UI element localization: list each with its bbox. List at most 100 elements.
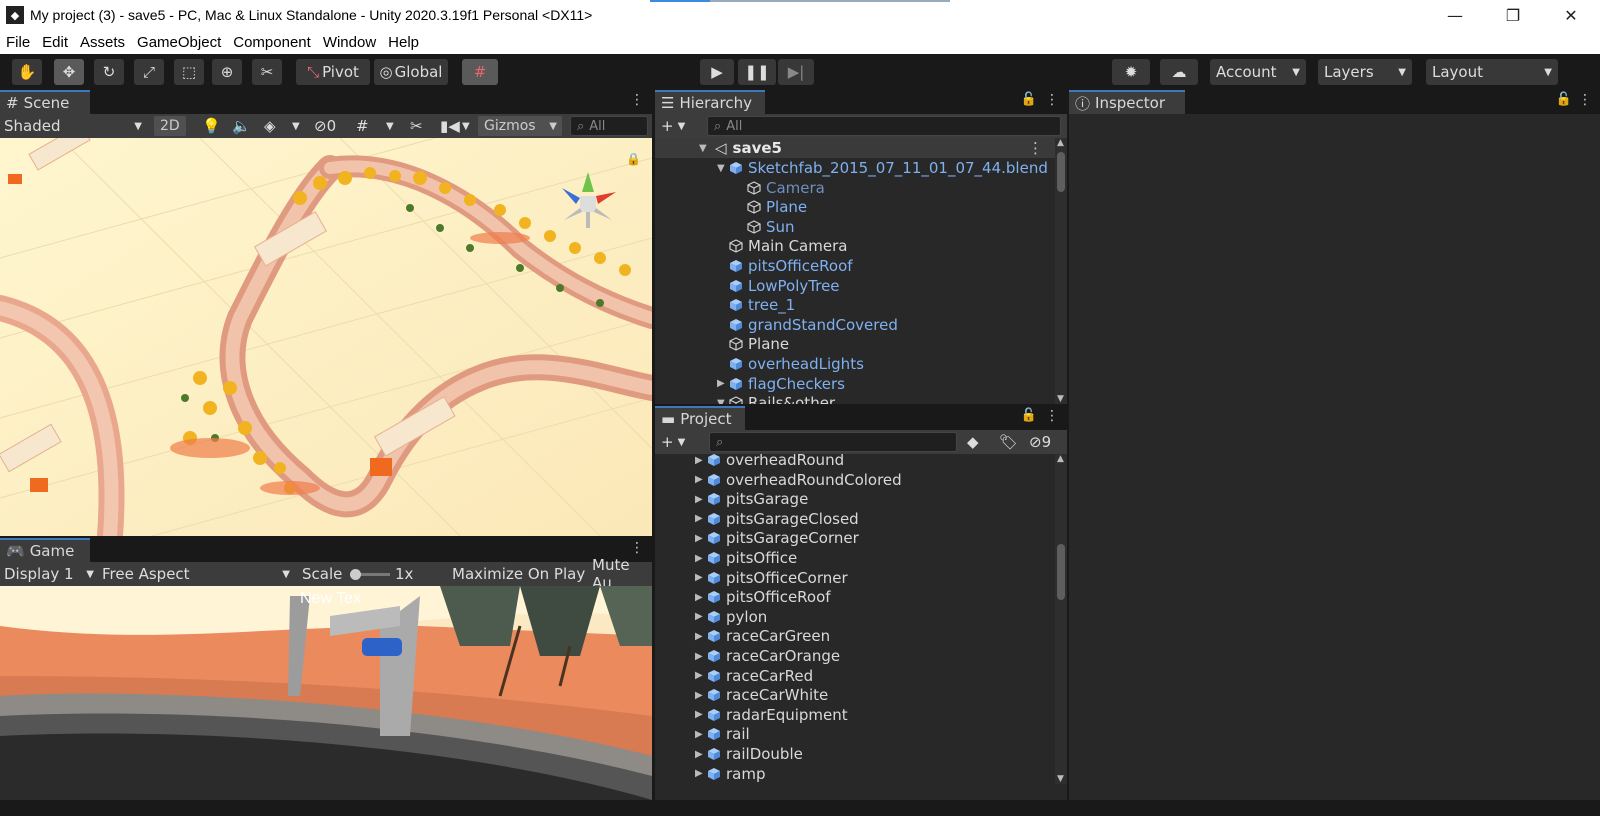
- tools-icon[interactable]: ✂: [410, 116, 423, 136]
- expand-arrow-icon[interactable]: ▶: [695, 513, 707, 524]
- menu-component[interactable]: Component: [233, 34, 311, 51]
- restore-button[interactable]: ❐: [1484, 0, 1542, 30]
- menu-help[interactable]: Help: [388, 34, 419, 51]
- hierarchy-item[interactable]: Main Camera: [655, 236, 1055, 256]
- hand-tool-icon[interactable]: ✋: [12, 59, 42, 85]
- project-asset-item[interactable]: ▶ pylon: [655, 607, 1055, 627]
- expand-arrow-icon[interactable]: ▶: [695, 553, 707, 564]
- hierarchy-item[interactable]: ▶ flagCheckers: [655, 374, 1055, 394]
- hierarchy-item[interactable]: Plane: [655, 197, 1055, 217]
- lock-icon[interactable]: 🔓: [1021, 92, 1037, 107]
- lock-view-icon[interactable]: 🔒: [626, 152, 641, 166]
- scene-root-row[interactable]: ▼ ◁ save5 ⋮: [655, 138, 1055, 158]
- layers-dropdown[interactable]: Layers ▼: [1318, 59, 1412, 85]
- account-dropdown[interactable]: Account ▼: [1210, 59, 1306, 85]
- project-asset-item[interactable]: ▶ railDouble: [655, 744, 1055, 764]
- hierarchy-item[interactable]: ▼ Rails&other: [655, 393, 1055, 404]
- expand-arrow-icon[interactable]: ▶: [695, 474, 707, 485]
- transform-tool-icon[interactable]: ⊕: [212, 59, 242, 85]
- minimize-button[interactable]: —: [1426, 0, 1484, 30]
- expand-arrow-icon[interactable]: ▶: [695, 709, 707, 720]
- expand-arrow-icon[interactable]: ▶: [695, 749, 707, 760]
- chevron-down-icon[interactable]: ▼: [462, 116, 470, 136]
- custom-tool-icon[interactable]: ✂: [252, 59, 282, 85]
- pause-button[interactable]: ❚❚: [738, 59, 776, 85]
- scroll-up-icon[interactable]: ▲: [1057, 138, 1064, 148]
- hierarchy-item[interactable]: Plane: [655, 334, 1055, 354]
- hierarchy-scroll-thumb[interactable]: [1057, 152, 1065, 192]
- scene-search-input[interactable]: ⌕ All: [570, 116, 648, 136]
- scale-tool-icon[interactable]: ⤢: [134, 59, 164, 85]
- project-search-input[interactable]: ⌕: [709, 432, 957, 452]
- menu-assets[interactable]: Assets: [80, 34, 125, 51]
- scale-slider-handle[interactable]: [350, 569, 361, 580]
- create-add-icon[interactable]: + ▼: [661, 432, 685, 452]
- gizmos-dropdown[interactable]: Gizmos ▼: [478, 116, 562, 136]
- expand-arrow-icon[interactable]: ▶: [695, 494, 707, 505]
- project-asset-item[interactable]: ▶ radarEquipment: [655, 705, 1055, 725]
- expand-arrow-icon[interactable]: ▶: [695, 670, 707, 681]
- expand-arrow-icon[interactable]: ▶: [695, 592, 707, 603]
- play-button[interactable]: ▶: [700, 59, 734, 85]
- tab-inspector[interactable]: ⓘ Inspector: [1069, 90, 1185, 114]
- move-tool-icon[interactable]: ✥: [54, 59, 84, 85]
- expand-arrow-icon[interactable]: ▶: [695, 651, 707, 662]
- more-options-icon[interactable]: ⋮: [1578, 92, 1592, 108]
- expand-arrow-icon[interactable]: ▶: [695, 572, 707, 583]
- project-asset-item[interactable]: ▶ pitsOffice: [655, 548, 1055, 568]
- hidden-packages-toggle[interactable]: ⊘ 9: [1029, 432, 1051, 452]
- project-asset-item[interactable]: ▶ pitsGarage: [655, 489, 1055, 509]
- orientation-gizmo-icon[interactable]: [556, 168, 620, 232]
- project-asset-item[interactable]: ▶ overheadRoundColored: [655, 470, 1055, 490]
- filter-by-label-icon[interactable]: 🏷: [999, 432, 1018, 452]
- project-asset-item[interactable]: ▶ pitsOfficeCorner: [655, 568, 1055, 588]
- aspect-dropdown[interactable]: Free Aspect ▼: [102, 564, 292, 584]
- project-asset-item[interactable]: ▶ pitsOfficeRoof: [655, 587, 1055, 607]
- expand-arrow-icon[interactable]: ▶: [695, 455, 707, 466]
- more-options-icon[interactable]: ⋮: [630, 92, 644, 108]
- lock-icon[interactable]: 🔓: [1021, 408, 1037, 423]
- project-asset-item[interactable]: ▶ raceCarGreen: [655, 626, 1055, 646]
- expand-arrow-icon[interactable]: ▶: [695, 690, 707, 701]
- project-asset-item[interactable]: ▶ overheadRound: [655, 454, 1055, 470]
- close-button[interactable]: ✕: [1542, 0, 1600, 30]
- expand-arrow-icon[interactable]: ▶: [695, 768, 707, 779]
- project-scrollbar[interactable]: ▲ ▼: [1055, 454, 1067, 784]
- display-dropdown[interactable]: Display 1 ▼: [4, 564, 96, 584]
- hierarchy-search-input[interactable]: ⌕ All: [707, 116, 1061, 136]
- expand-arrow-icon[interactable]: ▶: [695, 729, 707, 740]
- scene-viewport[interactable]: 🔒: [0, 138, 652, 536]
- project-asset-item[interactable]: ▶ raceCarOrange: [655, 646, 1055, 666]
- shading-mode-dropdown[interactable]: Shaded ▼: [4, 116, 146, 136]
- maximize-on-play-toggle[interactable]: Maximize On Play: [452, 564, 585, 584]
- project-scroll-thumb[interactable]: [1057, 544, 1065, 600]
- expand-arrow-icon[interactable]: ▶: [695, 631, 707, 642]
- audio-icon[interactable]: 🔈: [232, 116, 251, 136]
- menu-edit[interactable]: Edit: [42, 34, 68, 51]
- project-asset-item[interactable]: ▶ rail: [655, 724, 1055, 744]
- lock-icon[interactable]: 🔓: [1556, 92, 1572, 107]
- rotate-tool-icon[interactable]: ↻: [94, 59, 124, 85]
- step-button[interactable]: ▶|: [778, 59, 814, 85]
- scroll-down-icon[interactable]: ▼: [1057, 774, 1064, 784]
- hierarchy-item[interactable]: tree_1: [655, 295, 1055, 315]
- expand-arrow-icon[interactable]: ▶: [695, 533, 707, 544]
- grid-snap-icon[interactable]: #: [462, 59, 498, 85]
- hierarchy-item[interactable]: pitsOfficeRoof: [655, 256, 1055, 276]
- scale-slider[interactable]: [350, 569, 390, 580]
- rect-tool-icon[interactable]: ⬚: [174, 59, 204, 85]
- hierarchy-item[interactable]: LowPolyTree: [655, 276, 1055, 296]
- project-asset-item[interactable]: ▶ pitsGarageCorner: [655, 528, 1055, 548]
- project-asset-item[interactable]: ▶ ramp: [655, 764, 1055, 784]
- chevron-down-icon[interactable]: ▼: [386, 116, 394, 136]
- cloud-icon[interactable]: ☁: [1160, 59, 1198, 85]
- more-options-icon[interactable]: ⋮: [1045, 92, 1059, 108]
- mute-audio-toggle[interactable]: Mute Au: [592, 556, 652, 592]
- lighting-icon[interactable]: 💡: [202, 116, 221, 136]
- game-viewport[interactable]: New Tex: [0, 586, 652, 800]
- tab-game[interactable]: 🎮 Game: [0, 538, 90, 562]
- hidden-objects-toggle[interactable]: ⊘ 0: [314, 116, 336, 136]
- hierarchy-item[interactable]: grandStandCovered: [655, 315, 1055, 335]
- hierarchy-item[interactable]: Camera: [655, 178, 1055, 198]
- layout-dropdown[interactable]: Layout ▼: [1426, 59, 1558, 85]
